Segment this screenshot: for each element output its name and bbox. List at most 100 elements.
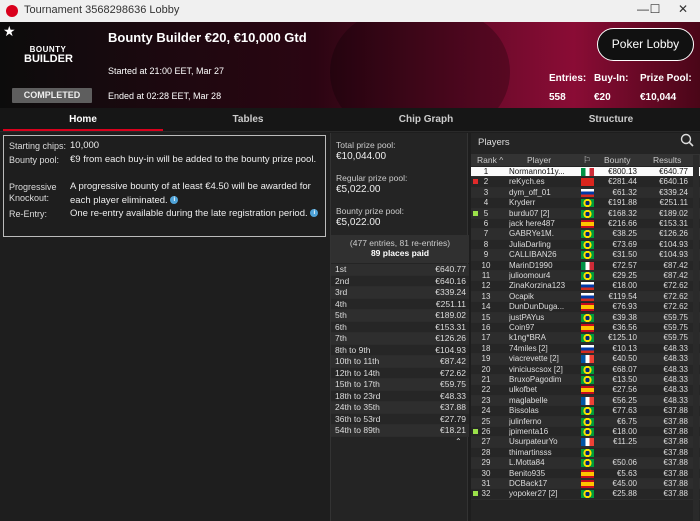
player-row[interactable]: 12 ZinaKorzina123 €18.00 €72.62 [471, 281, 700, 292]
player-row[interactable]: 4 Kryderr €191.88 €251.11 [471, 198, 700, 209]
results-column-header[interactable]: Results [653, 155, 681, 165]
player-bounty: €11.25 [613, 437, 637, 447]
payout-row: 6th €153.31 [331, 321, 469, 333]
player-rank: 10 [481, 260, 491, 270]
player-bounty: €50.06 [612, 458, 637, 468]
player-result: €48.33 [663, 385, 688, 395]
player-row[interactable]: 15 justPAYus €39.38 €59.75 [471, 312, 700, 323]
lobby-tabs: Home Tables Chip Graph Structure [0, 108, 700, 132]
close-button[interactable]: ✕ [666, 2, 700, 20]
player-bounty: €125.10 [608, 333, 637, 343]
tab-chip-graph[interactable]: Chip Graph [330, 108, 522, 131]
player-row[interactable]: 20 viniciuscsox [2] €68.07 €48.33 [471, 364, 700, 375]
pko-info-icon[interactable]: i [170, 196, 179, 205]
player-row[interactable]: 1 Normanno11y... €800.13 €640.77 [471, 167, 700, 178]
player-rank: 3 [483, 187, 489, 197]
player-row[interactable]: 6 jack here487 €216.66 €153.31 [471, 219, 700, 230]
player-row[interactable]: 26 jpimenta16 €18.00 €37.88 [471, 427, 700, 438]
flag-italy-icon [581, 168, 594, 176]
player-row[interactable]: 10 MarinD1990 €72.57 €87.42 [471, 260, 700, 271]
player-rank: 32 [481, 489, 491, 499]
player-result: €37.88 [663, 406, 688, 416]
player-row[interactable]: 27 UsurpateurYo €11.25 €37.88 [471, 437, 700, 448]
progressive-knockout-value: A progressive bounty of at least €4.50 w… [70, 181, 311, 206]
flag-brazil-icon [581, 407, 594, 416]
player-row[interactable]: 16 Coin97 €36.56 €59.75 [471, 323, 700, 334]
player-bounty: €72.57 [612, 260, 637, 270]
payout-row: 8th to 9th €104.93 [331, 344, 469, 356]
player-row[interactable]: 21 BruxoPagodim €13.50 €48.33 [471, 375, 700, 386]
payout-row: 2nd €640.16 [331, 275, 469, 287]
player-row[interactable]: 29 L.Motta84 €50.06 €37.88 [471, 458, 700, 469]
player-result: €48.33 [663, 364, 688, 374]
regular-prize-label: Regular prize pool: [336, 173, 408, 183]
player-row[interactable]: 2 reKych.es €281.44 €640.16 [471, 177, 700, 188]
player-name: julioomour4 [509, 271, 551, 280]
player-row[interactable]: 18 74miles [2] €10.13 €48.33 [471, 343, 700, 355]
player-row[interactable]: 13 Ocapik €119.54 €72.62 [471, 291, 700, 303]
player-row[interactable]: 23 maglabelle €56.25 €48.33 [471, 395, 700, 407]
player-row[interactable]: 25 julinferno €6.75 €37.88 [471, 416, 700, 427]
player-column-header[interactable]: Player [527, 155, 551, 165]
player-result: €72.62 [663, 302, 688, 312]
player-row[interactable]: 14 DunDunDuga... €76.93 €72.62 [471, 302, 700, 313]
players-table-header: Rank ^ Player ⚐ Bounty Results [471, 154, 700, 166]
player-result: €37.88 [663, 479, 688, 488]
players-scrollbar[interactable] [693, 155, 699, 521]
player-result: €153.31 [659, 219, 688, 228]
rank-column-header[interactable]: Rank ^ [477, 155, 503, 165]
payout-row: 10th to 11th €87.42 [331, 356, 469, 368]
player-row[interactable]: 17 k1ng*BRA €125.10 €59.75 [471, 333, 700, 344]
player-row[interactable]: 11 julioomour4 €29.25 €87.42 [471, 271, 700, 282]
tab-home[interactable]: Home [3, 108, 163, 131]
header-decoration [330, 22, 510, 108]
flag-spain-icon [581, 480, 594, 488]
reentry-info-icon[interactable]: i [310, 209, 319, 218]
player-rank: 28 [481, 447, 491, 457]
player-result: €37.88 [663, 468, 688, 478]
flag-column-icon[interactable]: ⚐ [583, 155, 591, 166]
tab-tables[interactable]: Tables [170, 108, 326, 131]
favorite-star-icon[interactable]: ★ [3, 23, 16, 40]
player-row[interactable]: 5 burdu07 [2] €168.32 €189.02 [471, 208, 700, 219]
player-name: L.Motta84 [509, 458, 545, 468]
search-icon[interactable] [680, 133, 694, 147]
player-name: maglabelle [509, 395, 548, 405]
starting-chips-label: Starting chips: [9, 141, 67, 151]
player-row[interactable]: 8 JuliaDarling €73.69 €104.93 [471, 239, 700, 251]
knockout-label: Knockout: [9, 193, 50, 203]
player-bounty: €56.25 [612, 395, 637, 405]
sort-up-icon: ^ [499, 155, 504, 165]
payout-place: 7th [335, 333, 347, 343]
player-bounty: €25.88 [612, 489, 637, 499]
player-row[interactable]: 31 DCBack17 €45.00 €37.88 [471, 479, 700, 490]
places-paid: 89 places paid [370, 248, 430, 258]
player-result: €37.88 [663, 437, 688, 447]
player-rank: 26 [481, 427, 491, 436]
payout-collapse-icon[interactable]: ⌃ [455, 437, 462, 446]
tab-structure[interactable]: Structure [522, 108, 700, 131]
player-row[interactable]: 9 CALLIBAN26 €31.50 €104.93 [471, 250, 700, 261]
player-bounty: €45.00 [612, 479, 637, 488]
prizepool-value: €10,044 [640, 92, 677, 103]
player-row[interactable]: 32 yopoker27 [2] €25.88 €37.88 [471, 489, 700, 500]
player-result: €48.33 [663, 375, 688, 384]
player-row[interactable]: 19 viacrevette [2] €40.50 €48.33 [471, 354, 700, 365]
player-row[interactable]: 3 dym_off_01 €61.32 €339.24 [471, 187, 700, 199]
player-row[interactable]: 7 GABRYe1M. €38.25 €126.26 [471, 229, 700, 240]
players-panel: Players Rank ^ Player ⚐ Bounty Results 1… [471, 133, 700, 521]
payout-amount: €339.24 [435, 287, 466, 297]
payout-amount: €59.75 [440, 379, 466, 389]
flag-brazil-icon [581, 230, 594, 239]
poker-lobby-button[interactable]: Poker Lobby [597, 28, 694, 61]
flag-brazil-icon [581, 209, 594, 218]
flag-brazil-icon [581, 459, 594, 468]
payout-amount: €87.42 [440, 356, 466, 366]
player-row[interactable]: 24 Bissolas €77.63 €37.88 [471, 406, 700, 417]
flag-brazil-icon [581, 365, 594, 374]
player-row[interactable]: 22 ulkofbet €27.56 €48.33 [471, 385, 700, 396]
progressive-label: Progressive [9, 182, 57, 192]
player-row[interactable]: 30 Benito935 €5.63 €37.88 [471, 468, 700, 479]
player-row[interactable]: 28 thimartinsss €37.88 [471, 447, 700, 459]
bounty-column-header[interactable]: Bounty [604, 155, 630, 165]
